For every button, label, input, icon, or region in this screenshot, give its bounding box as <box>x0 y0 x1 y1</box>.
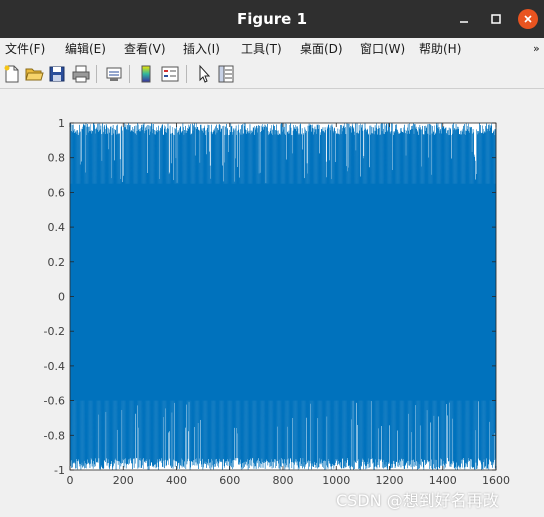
figure-window: Figure 1 文件(F) 编辑(E) 查看(V) 插入(I) 工具(T) 桌… <box>0 0 544 517</box>
y-tick-label: 1 <box>58 117 65 130</box>
save-icon[interactable] <box>47 64 67 84</box>
close-button[interactable] <box>518 9 538 29</box>
menu-bar: 文件(F) 编辑(E) 查看(V) 插入(I) 工具(T) 桌面(D) 窗口(W… <box>0 38 544 60</box>
x-tick-label: 800 <box>273 474 294 487</box>
menu-insert[interactable]: 插入(I) <box>183 38 220 60</box>
maximize-button[interactable] <box>486 9 506 29</box>
y-tick-label: 0.6 <box>48 186 66 199</box>
link-plot-icon[interactable] <box>104 64 124 84</box>
menu-file[interactable]: 文件(F) <box>5 38 45 60</box>
y-tick-label: -1 <box>54 464 65 477</box>
y-tick-label: -0.6 <box>44 395 65 408</box>
y-tick-label: -0.2 <box>44 325 65 338</box>
watermark: CSDN @想到好名再改 <box>336 491 499 510</box>
minimize-button[interactable] <box>454 9 474 29</box>
edit-plot-cursor-icon[interactable] <box>194 64 214 84</box>
y-tick-label: 0.8 <box>48 152 66 165</box>
menu-help[interactable]: 帮助(H) <box>419 38 461 60</box>
property-inspector-icon[interactable] <box>216 64 236 84</box>
new-figure-icon[interactable] <box>2 64 22 84</box>
y-tick-label: -0.4 <box>44 360 65 373</box>
print-icon[interactable] <box>71 64 91 84</box>
menu-view[interactable]: 查看(V) <box>124 38 166 60</box>
title-bar: Figure 1 <box>0 0 544 38</box>
x-tick-label: 1200 <box>376 474 404 487</box>
signal-core <box>70 183 497 401</box>
menu-desktop[interactable]: 桌面(D) <box>300 38 343 60</box>
maximize-icon <box>491 14 501 24</box>
x-tick-label: 400 <box>166 474 187 487</box>
minimize-icon <box>460 21 468 23</box>
close-icon <box>524 15 532 23</box>
x-tick-label: 0 <box>67 474 74 487</box>
x-tick-label: 200 <box>113 474 134 487</box>
menu-tools[interactable]: 工具(T) <box>241 38 282 60</box>
plot-axes[interactable]: 0 200 400 600 800 1000 1200 1400 1600 1 0.8 0.6 0.4 0… <box>0 89 544 517</box>
insert-colorbar-icon[interactable] <box>136 64 156 84</box>
menu-window[interactable]: 窗口(W) <box>360 38 405 60</box>
x-tick-label: 1400 <box>429 474 457 487</box>
y-tick-label: 0 <box>58 291 65 304</box>
double-chevron-right-icon[interactable]: » <box>533 38 540 60</box>
toolbar <box>0 60 544 89</box>
open-file-icon[interactable] <box>24 64 44 84</box>
y-tick-label: -0.8 <box>44 429 65 442</box>
insert-legend-icon[interactable] <box>160 64 180 84</box>
x-tick-label: 1000 <box>322 474 350 487</box>
toolbar-separator <box>186 65 187 83</box>
y-tick-label: 0.2 <box>48 256 66 269</box>
menu-edit[interactable]: 编辑(E) <box>65 38 106 60</box>
toolbar-separator <box>96 65 97 83</box>
x-tick-label: 1600 <box>482 474 510 487</box>
toolbar-separator <box>129 65 130 83</box>
figure-canvas: 0 200 400 600 800 1000 1200 1400 1600 1 0.8 0.6 0.4 0… <box>0 89 544 517</box>
x-tick-label: 600 <box>219 474 240 487</box>
y-tick-label: 0.4 <box>48 221 66 234</box>
